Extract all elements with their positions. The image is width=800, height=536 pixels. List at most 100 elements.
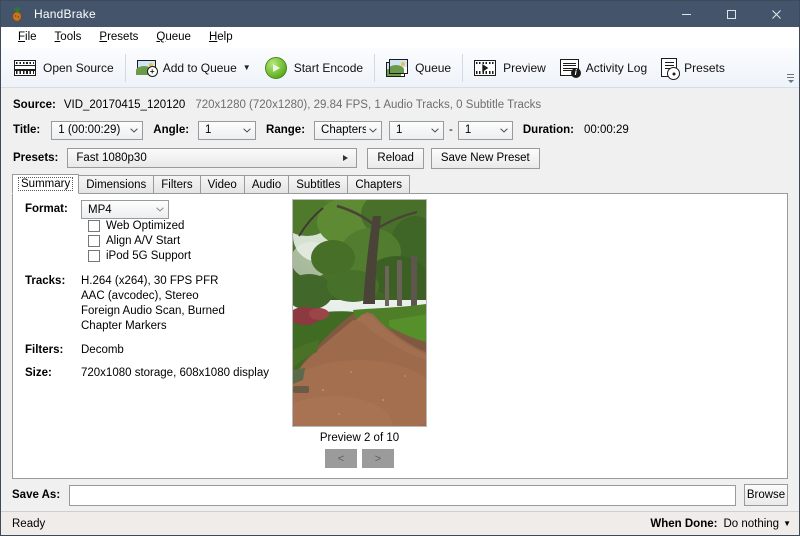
ipod-5g-support-checkbox[interactable]: iPod 5G Support — [88, 250, 191, 262]
align-av-start-checkbox[interactable]: Align A/V Start — [88, 235, 180, 247]
queue-button[interactable]: Queue — [379, 51, 458, 85]
tab-subtitles[interactable]: Subtitles — [288, 175, 348, 193]
menu-bar: FFileile Tools Presets Queue Help — [1, 27, 799, 48]
track-line: Foreign Audio Scan, Burned — [81, 305, 225, 317]
toolbar-separator — [125, 54, 126, 82]
tracks-label: Tracks: — [25, 275, 65, 287]
image-stack-icon — [386, 59, 408, 76]
film-strip-icon — [14, 60, 36, 76]
title-row: Title: 1 (00:00:29) Angle: 1 Range: Chap… — [1, 117, 799, 143]
tab-chapters[interactable]: Chapters — [347, 175, 410, 193]
browse-button[interactable]: Browse — [744, 484, 788, 506]
angle-select[interactable]: 1 — [198, 121, 256, 140]
source-label: Source: — [13, 99, 56, 111]
preview-caption: Preview 2 of 10 — [292, 432, 427, 444]
range-start-value: 1 — [396, 124, 427, 136]
web-optimized-label: Web Optimized — [106, 220, 184, 232]
chevron-down-icon — [427, 128, 443, 133]
when-done-value[interactable]: Do nothing — [723, 518, 779, 530]
range-dash: - — [449, 124, 453, 136]
tab-filters[interactable]: Filters — [153, 175, 200, 193]
chevron-down-icon — [239, 128, 255, 133]
tab-audio[interactable]: Audio — [244, 175, 289, 193]
format-select[interactable]: MP4 — [81, 200, 169, 219]
preview-button[interactable]: Preview — [467, 51, 553, 85]
size-value: 720x1080 storage, 608x1080 display — [81, 367, 269, 379]
handbrake-window: HandBrake FFileile Tools Presets Queue H… — [0, 0, 800, 536]
source-metadata: 720x1280 (720x1280), 29.84 FPS, 1 Audio … — [195, 99, 541, 111]
source-row: Source: VID_20170415_120120 720x1280 (72… — [1, 93, 799, 117]
tab-strip: Summary Dimensions Filters Video Audio S… — [1, 173, 799, 193]
toolbar-separator — [462, 54, 463, 82]
preset-select[interactable]: Fast 1080p30 — [67, 148, 357, 168]
duration-value: 00:00:29 — [584, 124, 629, 136]
format-label: Format: — [25, 203, 68, 215]
angle-select-value: 1 — [205, 124, 239, 136]
add-to-queue-button[interactable]: + Add to Queue ▼ — [130, 51, 258, 85]
menu-presets[interactable]: Presets — [90, 30, 147, 44]
range-end-value: 1 — [465, 124, 496, 136]
save-new-preset-button[interactable]: Save New Preset — [431, 148, 540, 169]
presets-button[interactable]: Presets — [654, 51, 732, 85]
minimize-button[interactable] — [664, 1, 709, 27]
chevron-down-icon[interactable]: ▼ — [783, 519, 791, 528]
track-line: Chapter Markers — [81, 320, 167, 332]
film-play-icon — [474, 60, 496, 76]
tab-dimensions[interactable]: Dimensions — [78, 175, 154, 193]
checkbox-box — [88, 235, 100, 247]
chevron-down-icon — [152, 207, 168, 212]
document-gear-icon — [661, 58, 677, 77]
when-done-label: When Done: — [650, 518, 717, 530]
save-as-label: Save As: — [12, 489, 60, 501]
window-title: HandBrake — [34, 7, 96, 21]
angle-label: Angle: — [153, 124, 189, 136]
menu-tools[interactable]: Tools — [46, 30, 91, 44]
range-label: Range: — [266, 124, 305, 136]
presets-label: Presets: — [13, 152, 58, 164]
maximize-button[interactable] — [709, 1, 754, 27]
menu-queue[interactable]: Queue — [147, 30, 200, 44]
range-end-select[interactable]: 1 — [458, 121, 513, 140]
chevron-right-icon — [343, 155, 348, 161]
close-button[interactable] — [754, 1, 799, 27]
start-encode-button[interactable]: Start Encode — [258, 51, 370, 85]
preset-select-value: Fast 1080p30 — [76, 152, 146, 164]
toolbar-overflow-icon[interactable] — [786, 72, 795, 84]
add-to-queue-label: Add to Queue — [163, 61, 237, 75]
chevron-down-icon — [126, 128, 142, 133]
toolbar-separator — [374, 54, 375, 82]
menu-help[interactable]: Help — [200, 30, 242, 44]
status-text: Ready — [12, 518, 45, 530]
reload-button[interactable]: Reload — [367, 148, 423, 169]
align-av-start-label: Align A/V Start — [106, 235, 180, 247]
range-type-select[interactable]: Chapters — [314, 121, 382, 140]
preview-nav: < > — [292, 449, 427, 468]
preview-next-button[interactable]: > — [362, 449, 394, 468]
title-select-value: 1 (00:00:29) — [58, 124, 126, 136]
title-bar: HandBrake — [1, 1, 799, 27]
tab-video[interactable]: Video — [200, 175, 245, 193]
presets-toolbar-label: Presets — [684, 61, 725, 75]
green-play-icon — [265, 57, 287, 79]
range-type-value: Chapters — [321, 124, 366, 136]
save-as-input[interactable] — [69, 485, 736, 506]
filters-label: Filters: — [25, 344, 63, 356]
handbrake-pineapple-icon — [9, 6, 25, 22]
source-section: Source: VID_20170415_120120 720x1280 (72… — [1, 88, 799, 173]
tab-summary[interactable]: Summary — [12, 174, 79, 194]
activity-log-button[interactable]: i Activity Log — [553, 51, 654, 85]
save-as-row: Save As: Browse — [1, 479, 799, 511]
size-label: Size: — [25, 367, 52, 379]
format-select-value: MP4 — [88, 204, 152, 216]
preview-prev-button[interactable]: < — [325, 449, 357, 468]
filters-value: Decomb — [81, 344, 124, 356]
range-start-select[interactable]: 1 — [389, 121, 444, 140]
open-source-button[interactable]: Open Source — [7, 51, 121, 85]
chevron-down-icon: ▼ — [243, 64, 251, 72]
preview-label: Preview — [503, 61, 546, 75]
status-bar: Ready When Done: Do nothing ▼ — [1, 511, 799, 535]
menu-file[interactable]: FFileile — [9, 30, 46, 44]
title-select[interactable]: 1 (00:00:29) — [51, 121, 143, 140]
web-optimized-checkbox[interactable]: Web Optimized — [88, 220, 184, 232]
summary-panel: Format: MP4 Web Optimized Align A/V Star… — [12, 193, 788, 479]
